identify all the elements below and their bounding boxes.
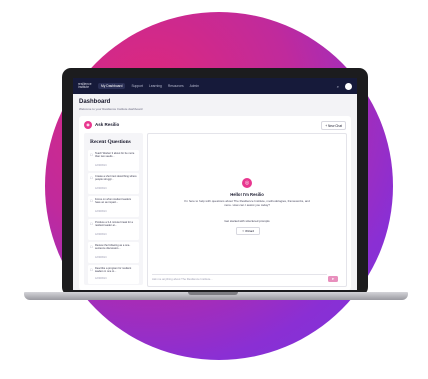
chat-help-text: I'm here to help with questions about Th… bbox=[184, 199, 310, 207]
resilio-icon: ◉ bbox=[84, 121, 92, 129]
chat-bubble-icon: ☐ bbox=[90, 267, 93, 272]
chat-input-row bbox=[152, 274, 327, 282]
chat-bubble-icon: ☐ bbox=[90, 152, 93, 157]
search-icon[interactable]: ⌕ bbox=[337, 84, 339, 89]
question-date: 12/08/2024 bbox=[95, 164, 107, 167]
question-text: Focus on when student leaders have an as… bbox=[95, 198, 132, 205]
laptop-screen: resilience institute My Dashboard Suppor… bbox=[73, 78, 357, 290]
chat-panel: ◎ Hello! I'm Resilio I'm here to help wi… bbox=[147, 133, 347, 287]
question-date: 12/08/2024 bbox=[95, 256, 107, 259]
laptop-notch bbox=[188, 292, 238, 295]
nav-item-support[interactable]: Support bbox=[131, 84, 143, 88]
nav-item-dashboard[interactable]: My Dashboard bbox=[98, 83, 126, 89]
chat-bubble-icon: ☐ bbox=[90, 175, 93, 180]
recent-questions-panel: Recent Questions ☐ Teach Worker 3 about … bbox=[84, 133, 143, 285]
nav-item-resources[interactable]: Resources bbox=[168, 84, 184, 88]
new-chat-button[interactable]: + New Chat bbox=[321, 121, 346, 130]
question-date: 12/08/2024 bbox=[95, 278, 107, 280]
send-button[interactable]: ➤ bbox=[328, 276, 338, 282]
avatar[interactable] bbox=[345, 82, 352, 90]
chat-greeting: Hello! I'm Resilio bbox=[230, 192, 264, 197]
question-text: Describe a program for resilient leaders… bbox=[95, 267, 132, 274]
list-item[interactable]: ☐ Create a short text describing where p… bbox=[88, 173, 139, 194]
question-date: 12/08/2024 bbox=[95, 210, 107, 213]
logo: resilience institute bbox=[78, 81, 92, 89]
list-item[interactable]: ☐ Produce a 3-4 minute break for a resil… bbox=[88, 219, 139, 240]
send-icon: ➤ bbox=[331, 277, 335, 281]
nav-item-admin[interactable]: Admin bbox=[190, 84, 199, 88]
ask-title: Ask Resilio bbox=[95, 122, 120, 127]
question-text: Teach Worker 3 about for be more than tw… bbox=[95, 152, 135, 159]
page-title: Dashboard bbox=[79, 99, 111, 105]
ask-card: ◉ Ask Resilio + New Chat Recent Question… bbox=[79, 116, 351, 290]
prompts-label: Get started with structured prompts bbox=[224, 219, 270, 223]
question-text: Produce a 3-4 minute break for a resilie… bbox=[95, 221, 133, 228]
list-item[interactable]: ☐ Describe a program for resilient leade… bbox=[88, 265, 139, 284]
wizard-label: Wizard bbox=[245, 229, 255, 233]
question-text: Review the following as a one-sentence d… bbox=[95, 244, 131, 251]
question-date: 12/08/2024 bbox=[95, 187, 107, 190]
recent-questions-title: Recent Questions bbox=[90, 139, 131, 145]
wand-icon: ✧ bbox=[241, 229, 245, 233]
top-nav: resilience institute My Dashboard Suppor… bbox=[73, 78, 357, 94]
question-text: Create a short text describing where peo… bbox=[95, 175, 137, 182]
chat-input[interactable] bbox=[152, 276, 312, 282]
wizard-button[interactable]: ✧ Wizard bbox=[236, 227, 260, 235]
page-subtitle: Welcome to your Resilience Institute das… bbox=[79, 107, 143, 111]
nav-item-learning[interactable]: Learning bbox=[149, 84, 162, 88]
chat-bubble-icon: ☐ bbox=[90, 244, 93, 249]
list-item[interactable]: ☐ Focus on when student leaders have an … bbox=[88, 196, 139, 217]
list-item[interactable]: ☐ Review the following as a one-sentence… bbox=[88, 242, 139, 263]
chat-bubble-icon: ☐ bbox=[90, 221, 93, 226]
question-date: 12/08/2024 bbox=[95, 233, 107, 236]
list-item[interactable]: ☐ Teach Worker 3 about for be more than … bbox=[88, 150, 139, 171]
chat-bubble-icon: ☐ bbox=[90, 198, 93, 203]
resilio-bot-icon: ◎ bbox=[242, 178, 252, 188]
